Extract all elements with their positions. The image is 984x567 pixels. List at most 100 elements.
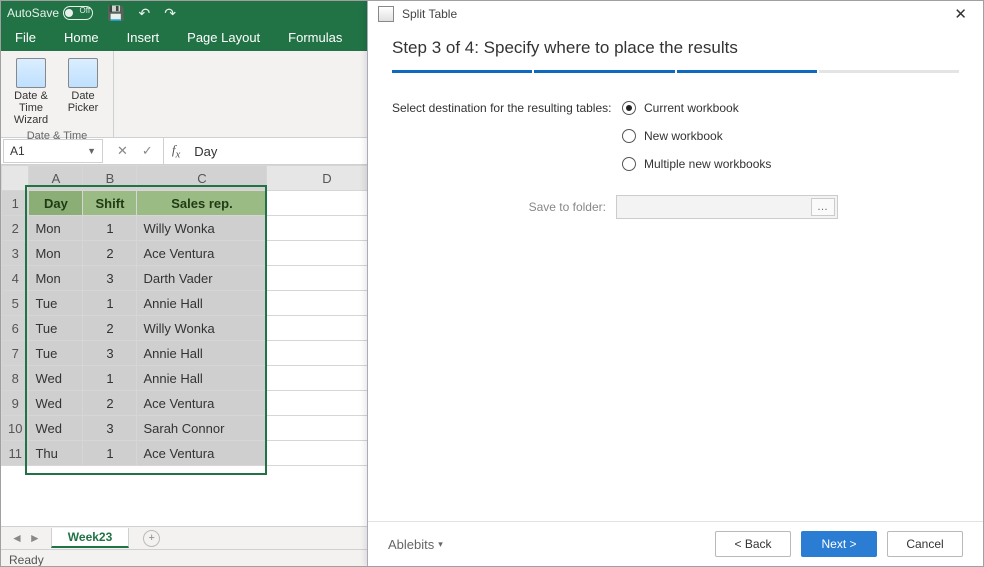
row-header[interactable]: 9 [2, 391, 29, 416]
cell[interactable]: 2 [83, 241, 137, 266]
radio-icon [622, 129, 636, 143]
cell[interactable]: Ace Ventura [137, 241, 267, 266]
select-all-corner[interactable] [2, 166, 29, 191]
autosave-toggle[interactable]: AutoSave Off [7, 6, 93, 20]
date-picker-button[interactable]: Date Picker [59, 55, 107, 129]
add-sheet-button[interactable]: + [143, 530, 160, 547]
save-icon[interactable]: 💾 [107, 5, 124, 22]
cell[interactable]: Annie Hall [137, 291, 267, 316]
browse-folder-button: … [811, 198, 835, 216]
calendar-icon [68, 58, 98, 88]
cell[interactable]: Tue [29, 316, 83, 341]
fx-icon[interactable]: fx [164, 142, 188, 161]
radio-current-workbook[interactable]: Current workbook [622, 101, 771, 115]
cancel-button[interactable]: Cancel [887, 531, 963, 557]
save-folder-label: Save to folder: [392, 200, 606, 214]
quick-access-toolbar: 💾 ↶ ↷ [107, 5, 176, 22]
cell[interactable]: Tue [29, 291, 83, 316]
cell[interactable]: Darth Vader [137, 266, 267, 291]
split-table-dialog: Split Table ✕ Step 3 of 4: Specify where… [367, 1, 983, 566]
row-header[interactable]: 1 [2, 191, 29, 216]
tab-file[interactable]: File [1, 25, 50, 51]
cell[interactable]: Mon [29, 216, 83, 241]
cell[interactable]: 3 [83, 266, 137, 291]
cell[interactable]: 3 [83, 341, 137, 366]
row-header[interactable]: 8 [2, 366, 29, 391]
row-header[interactable]: 7 [2, 341, 29, 366]
dialog-titlebar: Split Table ✕ [368, 1, 983, 28]
tab-insert[interactable]: Insert [113, 25, 174, 51]
cell[interactable]: Mon [29, 266, 83, 291]
cell[interactable]: 1 [83, 291, 137, 316]
cell[interactable]: Annie Hall [137, 366, 267, 391]
name-box[interactable]: A1 ▼ [3, 139, 103, 163]
sheet-next-icon[interactable]: ► [29, 531, 41, 545]
cell[interactable]: 1 [83, 366, 137, 391]
calendar-clock-icon [16, 58, 46, 88]
cell[interactable]: Tue [29, 341, 83, 366]
cell[interactable]: Ace Ventura [137, 441, 267, 466]
brand-menu[interactable]: Ablebits ▾ [388, 537, 443, 552]
col-header-A[interactable]: A [29, 166, 83, 191]
row-header[interactable]: 6 [2, 316, 29, 341]
cell[interactable]: Wed [29, 416, 83, 441]
row-header[interactable]: 11 [2, 441, 29, 466]
chevron-down-icon: ▾ [438, 539, 443, 550]
back-button[interactable]: < Back [715, 531, 791, 557]
tab-formulas[interactable]: Formulas [274, 25, 356, 51]
cell[interactable]: Day [29, 191, 83, 216]
cell[interactable]: Ace Ventura [137, 391, 267, 416]
status-text: Ready [9, 553, 44, 567]
next-button[interactable]: Next > [801, 531, 877, 557]
sheet-nav[interactable]: ◄ ► [1, 531, 51, 545]
cell[interactable]: 1 [83, 216, 137, 241]
cell[interactable]: Sales rep. [137, 191, 267, 216]
cell[interactable]: 3 [83, 416, 137, 441]
radio-multiple-workbooks[interactable]: Multiple new workbooks [622, 157, 771, 171]
sheet-tab-active[interactable]: Week23 [51, 528, 129, 548]
row-header[interactable]: 4 [2, 266, 29, 291]
accept-edit-icon[interactable]: ✓ [142, 143, 153, 159]
radio-new-workbook[interactable]: New workbook [622, 129, 771, 143]
formula-buttons: ✕ ✓ [107, 138, 164, 164]
redo-icon[interactable]: ↷ [164, 5, 176, 22]
cell[interactable]: Wed [29, 366, 83, 391]
formula-value[interactable]: Day [188, 144, 217, 159]
cell[interactable]: Shift [83, 191, 137, 216]
cell[interactable]: Wed [29, 391, 83, 416]
date-time-wizard-button[interactable]: Date & Time Wizard [7, 55, 55, 129]
cell[interactable]: 2 [83, 391, 137, 416]
radio-icon [622, 101, 636, 115]
col-header-B[interactable]: B [83, 166, 137, 191]
toggle-icon: Off [63, 6, 93, 20]
save-folder-input: … [616, 195, 838, 219]
tab-home[interactable]: Home [50, 25, 113, 51]
radio-icon [622, 157, 636, 171]
dialog-body: Select destination for the resulting tab… [368, 73, 983, 219]
ribbon-group-datetime: Date & Time Wizard Date Picker Date & Ti… [1, 51, 114, 137]
row-header[interactable]: 5 [2, 291, 29, 316]
row-header[interactable]: 3 [2, 241, 29, 266]
cell[interactable]: Willy Wonka [137, 216, 267, 241]
close-button[interactable]: ✕ [948, 3, 973, 25]
chevron-down-icon: ▼ [87, 146, 96, 156]
undo-icon[interactable]: ↶ [138, 5, 150, 22]
dialog-title: Split Table [402, 7, 457, 21]
row-header[interactable]: 2 [2, 216, 29, 241]
row-header[interactable]: 10 [2, 416, 29, 441]
dialog-icon [378, 6, 394, 22]
autosave-label: AutoSave [7, 6, 59, 20]
cancel-edit-icon[interactable]: ✕ [117, 143, 128, 159]
cell[interactable]: Annie Hall [137, 341, 267, 366]
tab-pagelayout[interactable]: Page Layout [173, 25, 274, 51]
dialog-heading: Step 3 of 4: Specify where to place the … [368, 28, 983, 66]
cell[interactable]: Mon [29, 241, 83, 266]
cell[interactable]: Thu [29, 441, 83, 466]
cell[interactable]: 1 [83, 441, 137, 466]
sheet-prev-icon[interactable]: ◄ [11, 531, 23, 545]
dialog-footer: Ablebits ▾ < Back Next > Cancel [368, 521, 983, 566]
cell[interactable]: 2 [83, 316, 137, 341]
cell[interactable]: Willy Wonka [137, 316, 267, 341]
cell[interactable]: Sarah Connor [137, 416, 267, 441]
col-header-C[interactable]: C [137, 166, 267, 191]
